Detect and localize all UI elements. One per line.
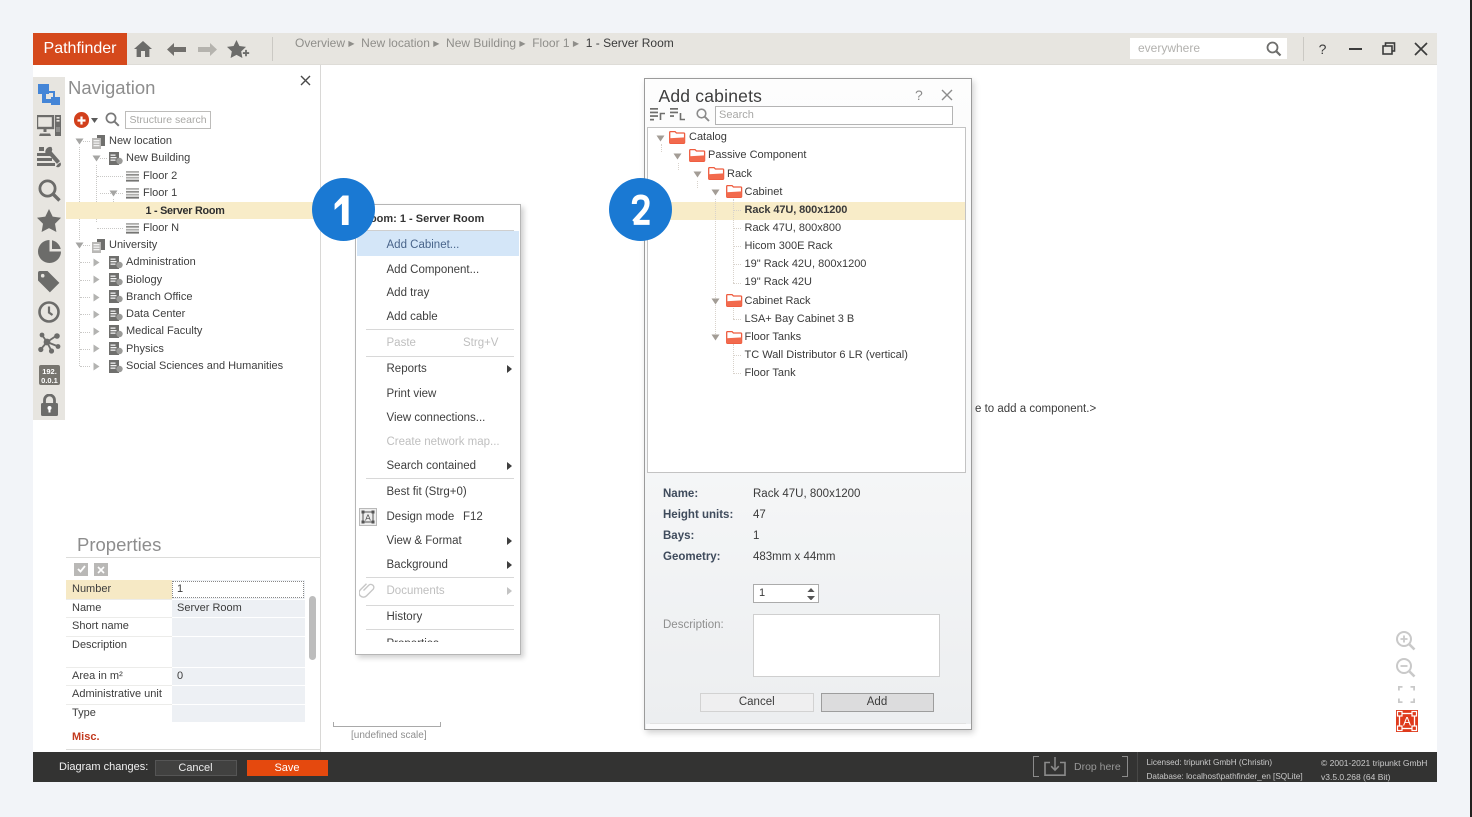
svg-text:A: A <box>365 512 371 522</box>
svg-text:A: A <box>1403 715 1411 729</box>
